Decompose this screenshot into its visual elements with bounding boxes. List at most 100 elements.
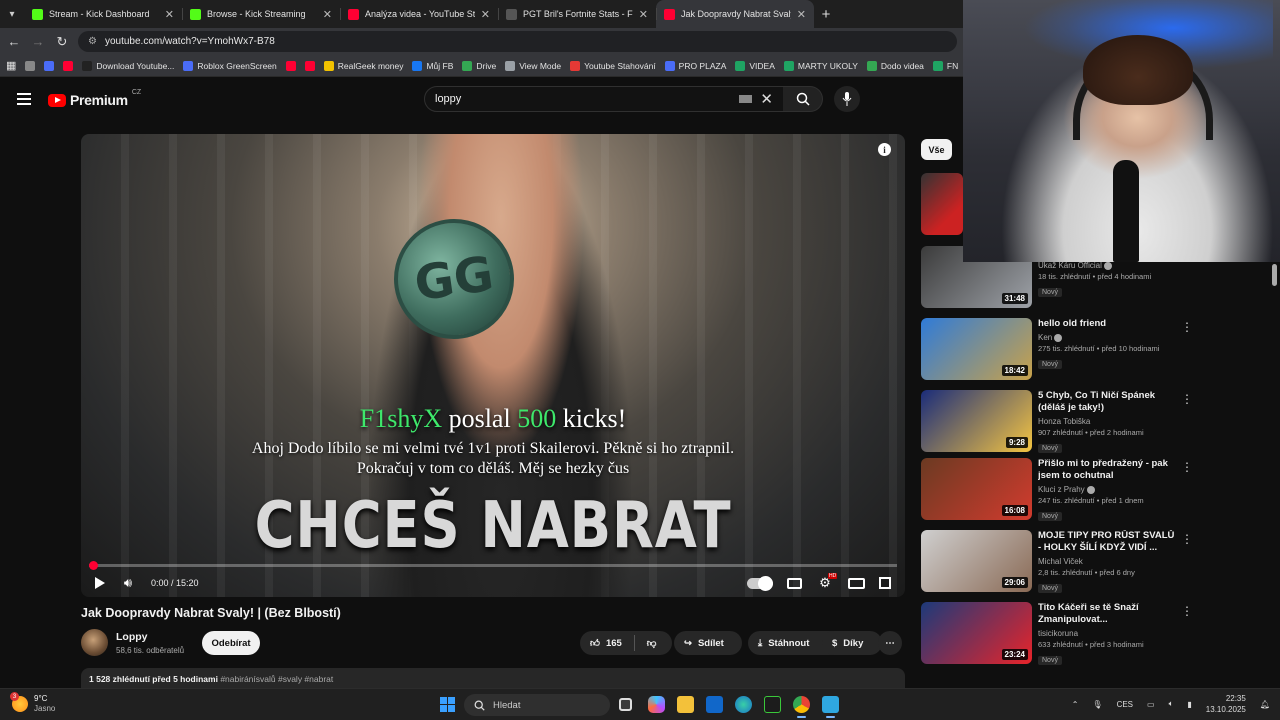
filter-chip-all[interactable]: Vše [921, 139, 952, 160]
outlook-icon[interactable] [706, 696, 723, 713]
browser-tab[interactable]: Stream - Kick Dashboard ✕ [24, 0, 182, 28]
menu-icon[interactable] [17, 93, 31, 105]
bookmark[interactable] [285, 60, 296, 71]
volume-icon[interactable]: 🔊︎ [119, 575, 137, 591]
battery-icon[interactable]: ▮ [1187, 700, 1191, 709]
notification-bell-icon[interactable]: 🔔︎ [1260, 700, 1270, 709]
super-thanks-icon: $ [832, 637, 838, 649]
hashtags[interactable]: #nabiránísvalů #svaly #nabrat [220, 674, 333, 684]
pinned-app-icon[interactable] [822, 696, 839, 718]
recommendation-item[interactable]: 18:42 hello old friend Ken 275 tis. zhlé… [921, 318, 1193, 382]
tab-close-icon[interactable]: ✕ [797, 8, 806, 21]
like-button[interactable]: 👍︎ 165 [590, 637, 622, 650]
autoplay-toggle[interactable] [747, 575, 773, 591]
forward-button[interactable]: → [30, 34, 46, 49]
video-player[interactable]: GG i F1shyX poslal 500 kicks! Ahoj Dodo … [81, 134, 905, 597]
bookmark[interactable]: Můj FB [412, 60, 453, 71]
new-tab-button[interactable]: + [814, 0, 838, 28]
more-vertical-icon[interactable]: ⋮ [1181, 320, 1193, 334]
voice-search-button[interactable] [834, 86, 860, 112]
bookmark-label: Youtube Stahování [584, 60, 656, 71]
bookmark[interactable]: VIDEA [735, 60, 775, 71]
verified-icon [1086, 485, 1095, 494]
recommendation-item[interactable]: 29:06 MOJE TIPY PRO RŮST SVALŮ - HOLKY Š… [921, 530, 1193, 594]
channel-avatar[interactable] [81, 629, 108, 656]
site-info-icon[interactable]: ⚙ [88, 36, 97, 47]
back-button[interactable]: ← [6, 34, 22, 49]
clear-search-icon[interactable]: ✕ [760, 90, 773, 108]
share-button[interactable]: ↪ Sdílet [674, 631, 742, 655]
bookmark[interactable] [25, 60, 36, 71]
more-vertical-icon[interactable]: ⋮ [1181, 532, 1193, 546]
chrome-icon[interactable] [793, 696, 810, 718]
play-button[interactable] [95, 577, 105, 589]
bookmark[interactable]: Dodo videa [866, 60, 924, 71]
progress-scrubber[interactable] [89, 561, 98, 570]
kick-app-icon[interactable] [764, 696, 781, 713]
bookmark[interactable]: Roblox GreenScreen [183, 60, 277, 71]
browser-tab[interactable]: PGT Bril's Fortnite Stats - Fortn ✕ [498, 0, 656, 28]
more-vertical-icon[interactable]: ⋮ [1181, 460, 1193, 474]
browser-tab[interactable]: Browse - Kick Streaming ✕ [182, 0, 340, 28]
tray-overflow-icon[interactable]: ⌃ [1072, 700, 1079, 709]
task-view-icon[interactable] [619, 698, 632, 711]
edge-icon[interactable] [735, 696, 752, 713]
fullscreen-icon[interactable] [879, 577, 891, 589]
bookmark[interactable]: View Mode [505, 60, 561, 71]
weather-widget[interactable]: 3 9°C Jasno [10, 692, 55, 714]
channel-name[interactable]: Loppy [116, 631, 148, 643]
info-icon[interactable]: i [878, 143, 891, 156]
subtitles-icon[interactable] [787, 577, 802, 589]
bookmark[interactable]: Drive [462, 60, 496, 71]
progress-bar[interactable] [89, 561, 897, 570]
bookmark[interactable]: PRO PLAZA [664, 60, 726, 71]
recommendation-item[interactable]: 16:08 Přišlo mi to předražený - pak jsem… [921, 458, 1193, 522]
recommendation-views: 633 zhlédnutí • před 3 hodinami [1038, 640, 1144, 649]
mic-tray-icon[interactable]: 🎙︎ [1092, 700, 1102, 709]
description-box[interactable]: 1 528 zhlédnutí před 5 hodinami #nabirán… [81, 668, 905, 688]
taskbar-search[interactable]: Hledat [464, 694, 610, 716]
language-indicator[interactable]: CES [1117, 700, 1133, 709]
file-explorer-icon[interactable] [677, 696, 694, 713]
dislike-button[interactable]: 👎︎ [647, 637, 657, 649]
address-bar[interactable]: ⚙ youtube.com/watch?v=YmohWx7-B78 [78, 31, 957, 52]
tab-close-icon[interactable]: ✕ [165, 8, 174, 21]
bookmark[interactable]: RealGeek money [323, 60, 403, 71]
start-button[interactable] [440, 697, 455, 712]
bookmark[interactable]: MARTY UKOLY [783, 60, 858, 71]
tab-search-button[interactable]: ▾ [0, 0, 24, 28]
more-vertical-icon[interactable]: ⋮ [1181, 392, 1193, 406]
more-vertical-icon[interactable]: ⋮ [1181, 604, 1193, 618]
settings-gear-icon[interactable]: ⚙ HD [816, 573, 838, 591]
bookmark[interactable]: Youtube Stahování [570, 60, 656, 71]
more-actions-button[interactable]: ⋯ [878, 631, 902, 655]
browser-tab[interactable]: Jak Doopravdy Nabrat Svaly! | ( ✕ [656, 0, 814, 28]
subscribe-button[interactable]: Odebírat [202, 631, 260, 655]
youtube-premium-logo[interactable]: Premium CZ [48, 89, 141, 108]
apps-icon[interactable]: ▦ [6, 59, 16, 72]
bookmark[interactable] [304, 60, 315, 71]
keyboard-icon[interactable] [739, 95, 753, 103]
search-input[interactable]: loppy ✕ [424, 86, 784, 112]
network-icon[interactable]: ▭ [1147, 700, 1155, 709]
bookmark-label: Roblox GreenScreen [197, 60, 277, 71]
bookmark[interactable] [63, 60, 74, 71]
copilot-icon[interactable] [648, 696, 665, 713]
tab-close-icon[interactable]: ✕ [639, 8, 648, 21]
volume-tray-icon[interactable]: 🔈︎ [1169, 699, 1174, 709]
bookmark[interactable]: Download Youtube... [82, 60, 174, 71]
clock[interactable]: 22:35 13.10.2025 [1206, 693, 1246, 715]
tab-close-icon[interactable]: ✕ [323, 8, 332, 21]
theater-mode-icon[interactable] [848, 577, 865, 589]
recommendation-item[interactable]: 23:24 Tito Káčeři se tě Snaží Zmanipulov… [921, 602, 1193, 666]
bookmark[interactable]: FN [932, 60, 958, 71]
bookmark[interactable] [44, 60, 55, 71]
search-button[interactable] [783, 86, 823, 112]
page-scrollbar[interactable] [1272, 264, 1277, 286]
bookmarks-bar: ▦ Download Youtube... Roblox GreenScreen R… [0, 55, 963, 77]
reload-button[interactable]: ↻ [54, 34, 70, 50]
tab-close-icon[interactable]: ✕ [481, 8, 490, 21]
recommendation-item[interactable]: 9:28 5 Chyb, Co Ti Ničí Spánek (děláš je… [921, 390, 1193, 454]
thanks-button[interactable]: $ Díky [822, 631, 882, 655]
browser-tab[interactable]: Analýza videa - YouTube Studio ✕ [340, 0, 498, 28]
